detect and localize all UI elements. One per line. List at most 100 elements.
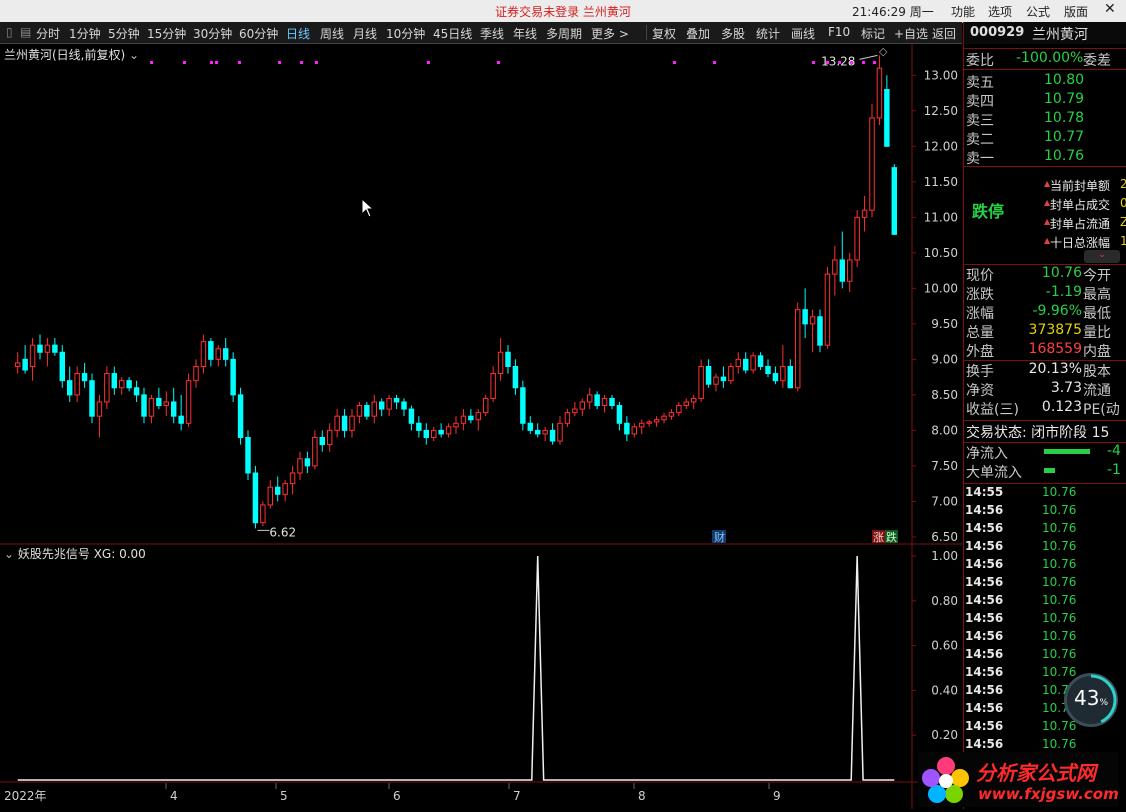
kline-chart[interactable]: 13.00 12.50 12.00 11.50 11.00 10.50 10.00 9.50 9…: [0, 44, 962, 809]
candle-body[interactable]: [698, 365, 704, 399]
event-dot[interactable]: [210, 61, 213, 64]
candle-body[interactable]: [809, 316, 816, 325]
candle-body[interactable]: [861, 209, 868, 218]
ask-row[interactable]: 卖二 10.77: [964, 129, 1126, 148]
candle-body[interactable]: [527, 422, 534, 431]
event-dot[interactable]: [713, 61, 716, 64]
diamond-icon[interactable]: ◇: [879, 45, 887, 58]
candle-body[interactable]: [846, 259, 853, 282]
candle-body[interactable]: [319, 436, 326, 446]
candle-body[interactable]: [780, 365, 786, 382]
candle-body[interactable]: [349, 415, 355, 431]
candle-body[interactable]: [891, 167, 898, 235]
candle-body[interactable]: [542, 429, 548, 435]
candle-body[interactable]: [579, 401, 586, 410]
candle-body[interactable]: [505, 351, 511, 367]
candle-body[interactable]: [631, 426, 638, 435]
candle-body[interactable]: [37, 344, 43, 353]
candle-body[interactable]: [683, 401, 690, 407]
event-dot[interactable]: [838, 61, 841, 64]
candle-body[interactable]: [89, 380, 95, 417]
candle-body[interactable]: [720, 376, 727, 382]
candle-body[interactable]: [393, 397, 400, 403]
tick-row[interactable]: 14:56 10.76: [964, 593, 1126, 611]
period-monthly[interactable]: 月线: [353, 25, 377, 42]
candle-body[interactable]: [616, 405, 623, 424]
candle-body[interactable]: [869, 117, 875, 211]
tool-back[interactable]: 返回: [932, 25, 956, 42]
candle-body[interactable]: [52, 344, 58, 353]
tick-row[interactable]: 14:56 10.76: [964, 557, 1126, 575]
candle-body[interactable]: [74, 373, 80, 396]
period-60min[interactable]: 60分钟: [239, 25, 278, 42]
candle-body[interactable]: [163, 401, 170, 407]
candle-body[interactable]: [59, 351, 66, 382]
menu-function[interactable]: 功能: [951, 3, 975, 20]
candle-body[interactable]: [193, 365, 199, 382]
tick-row[interactable]: 14:56 10.76: [964, 611, 1126, 629]
candle-body[interactable]: [854, 216, 860, 261]
candle-body[interactable]: [371, 401, 378, 417]
expand-icon[interactable]: ⌄: [1084, 250, 1120, 263]
candle-body[interactable]: [364, 405, 370, 417]
event-dot[interactable]: [300, 61, 303, 64]
stock-header[interactable]: 000929 兰州黄河: [964, 22, 1126, 44]
tool-add-watchlist[interactable]: +自选: [894, 25, 928, 42]
candle-body[interactable]: [133, 387, 140, 396]
event-dot[interactable]: [873, 61, 876, 64]
period-more[interactable]: 更多 >: [591, 25, 629, 42]
event-dot[interactable]: [215, 61, 218, 64]
event-dot[interactable]: [826, 61, 829, 64]
candle-body[interactable]: [156, 397, 162, 407]
event-dot[interactable]: [278, 61, 281, 64]
candle-body[interactable]: [445, 426, 452, 435]
rise-badge[interactable]: 涨: [873, 531, 884, 544]
ask-row[interactable]: 卖四 10.79: [964, 91, 1126, 110]
event-dot[interactable]: [315, 61, 318, 64]
candle-body[interactable]: [512, 365, 519, 389]
chart-area[interactable]: 13.00 12.50 12.00 11.50 11.00 10.50 10.00 9.50 9…: [0, 44, 962, 809]
candle-body[interactable]: [549, 429, 556, 442]
candle-body[interactable]: [185, 380, 192, 424]
candle-body[interactable]: [200, 341, 207, 367]
candle-body[interactable]: [111, 373, 118, 389]
period-quarterly[interactable]: 季线: [480, 25, 504, 42]
candle-body[interactable]: [742, 358, 749, 371]
candle-body[interactable]: [408, 408, 415, 424]
tick-row[interactable]: 14:56 10.76: [964, 647, 1126, 665]
candle-body[interactable]: [245, 436, 251, 474]
event-dot[interactable]: [673, 61, 676, 64]
candle-body[interactable]: [118, 380, 125, 389]
candle-body[interactable]: [534, 429, 541, 435]
candle-body[interactable]: [817, 316, 823, 346]
tick-row[interactable]: 14:56 10.76: [964, 629, 1126, 647]
ask-row[interactable]: 卖一 10.76: [964, 148, 1126, 167]
candle-body[interactable]: [14, 362, 21, 367]
period-30min[interactable]: 30分钟: [193, 25, 232, 42]
event-dot[interactable]: [812, 61, 815, 64]
ask-row[interactable]: 卖五 10.80: [964, 72, 1126, 91]
candle-body[interactable]: [586, 394, 593, 403]
tool-f10[interactable]: F10: [828, 25, 850, 39]
candle-body[interactable]: [705, 365, 712, 385]
candle-body[interactable]: [638, 422, 645, 428]
candle-body[interactable]: [765, 365, 771, 375]
tool-statistics[interactable]: 统计: [756, 25, 780, 42]
candle-body[interactable]: [876, 67, 883, 119]
event-dot[interactable]: [183, 61, 186, 64]
candle-body[interactable]: [230, 358, 236, 396]
candle-body[interactable]: [356, 405, 363, 417]
chevron-down-icon[interactable]: ⌄: [4, 547, 14, 561]
candle-body[interactable]: [430, 429, 437, 438]
candle-body[interactable]: [557, 422, 563, 442]
event-dot[interactable]: [150, 61, 153, 64]
candle-body[interactable]: [690, 397, 697, 403]
candle-body[interactable]: [326, 429, 333, 446]
candle-body[interactable]: [178, 415, 184, 424]
candle-body[interactable]: [334, 415, 340, 431]
candle-body[interactable]: [564, 412, 571, 424]
event-dot[interactable]: [850, 61, 853, 64]
candle-body[interactable]: [148, 397, 155, 417]
candle-body[interactable]: [274, 486, 281, 495]
tick-row[interactable]: 14:55 10.76: [964, 485, 1126, 503]
